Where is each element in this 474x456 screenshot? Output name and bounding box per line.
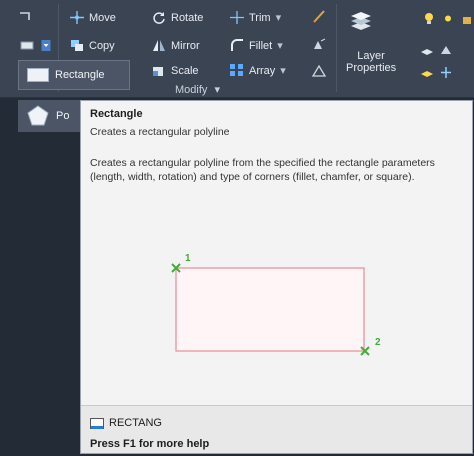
modify-panel-title: Modify [175, 84, 208, 96]
layer-previous-icon [439, 44, 453, 57]
move-label: Move [89, 11, 116, 24]
tooltip-title: Rectangle [90, 108, 143, 120]
mirror-label: Mirror [171, 39, 200, 52]
array-label: Array [249, 64, 276, 77]
layer-properties-label-2: Properties [346, 62, 397, 74]
array-button[interactable]: Array ▾ [230, 64, 286, 77]
draw-dropdown-toggle[interactable] [20, 39, 53, 52]
erase-button[interactable] [312, 10, 331, 23]
example-rectangle [175, 267, 365, 352]
command-label: RECTANG [109, 417, 162, 429]
line-tool[interactable] [18, 10, 37, 23]
array-dropdown-icon[interactable]: ▾ [280, 64, 286, 77]
rectangle-menu-label: Rectangle [55, 69, 105, 81]
trim-icon [230, 11, 244, 24]
rotate-icon [152, 11, 166, 24]
point-2-label: 2 [375, 337, 381, 348]
fillet-button[interactable]: Fillet ▾ [230, 39, 283, 52]
sun-icon [441, 12, 455, 25]
command-icon [90, 417, 104, 429]
layers-icon [349, 12, 373, 34]
layer-match-icon [420, 44, 434, 57]
copy-button[interactable]: Copy [70, 39, 115, 52]
fillet-icon [230, 39, 244, 52]
explode-button[interactable] [312, 38, 331, 51]
layer-properties-button[interactable]: Layer Properties [346, 50, 396, 74]
point-1-label: 1 [185, 253, 191, 264]
layer-state-toggles[interactable] [422, 12, 473, 25]
array-icon [230, 64, 244, 77]
move-button[interactable]: Move [70, 11, 116, 24]
rectangle-tooltip: Rectangle Creates a rectangular polyline… [80, 100, 473, 454]
fillet-dropdown-icon[interactable]: ▾ [277, 39, 283, 52]
polygon-menu-label: Po [56, 110, 70, 122]
lightbulb-icon [422, 12, 436, 25]
stretch-icon [312, 64, 326, 77]
command-name: RECTANG [90, 417, 162, 429]
polygon-icon [26, 105, 50, 127]
trim-button[interactable]: Trim ▾ [230, 11, 281, 24]
rotate-label: Rotate [171, 11, 204, 24]
lock-icon [460, 12, 471, 25]
rectangle-illustration: 1 2 [171, 253, 381, 356]
layer-tools-row-1[interactable] [420, 44, 458, 57]
move-icon [70, 11, 84, 24]
tooltip-long-description: Creates a rectangular polyline from the … [90, 157, 435, 183]
scale-button[interactable]: Scale [152, 64, 199, 77]
mirror-button[interactable]: Mirror [152, 39, 200, 52]
polygon-menu-item[interactable]: Po [18, 100, 80, 132]
rectangle-small-icon [20, 39, 34, 52]
mirror-icon [152, 39, 166, 52]
line-icon [18, 10, 32, 23]
fillet-label: Fillet [249, 39, 273, 52]
trim-dropdown-icon[interactable]: ▾ [276, 11, 282, 24]
copy-icon [70, 39, 84, 52]
layer-isolate-icon [420, 66, 434, 79]
pencil-icon [312, 10, 326, 23]
copy-label: Copy [89, 39, 115, 52]
layer-freeze-icon [439, 66, 453, 79]
scale-icon [152, 64, 166, 77]
trim-label: Trim [249, 11, 271, 24]
stretch-button[interactable] [312, 64, 331, 77]
rectangle-menu-item[interactable]: Rectangle [18, 60, 130, 90]
separator [336, 4, 337, 92]
rectangle-icon [27, 68, 49, 82]
scale-label: Scale [171, 64, 199, 77]
tooltip-short-description: Creates a rectangular polyline [90, 126, 230, 138]
chevron-down-icon: ▾ [214, 84, 220, 96]
modify-panel-label[interactable]: Modify ▾ [175, 83, 220, 96]
rotate-button[interactable]: Rotate [152, 11, 203, 24]
layer-tools-row-2[interactable] [420, 66, 458, 79]
help-hint: Press F1 for more help [90, 438, 210, 450]
explode-icon [312, 38, 326, 51]
layer-properties-label-1: Layer [357, 50, 385, 62]
tooltip-footer: RECTANG Press F1 for more help [81, 405, 472, 453]
chevron-down-icon [39, 39, 51, 52]
